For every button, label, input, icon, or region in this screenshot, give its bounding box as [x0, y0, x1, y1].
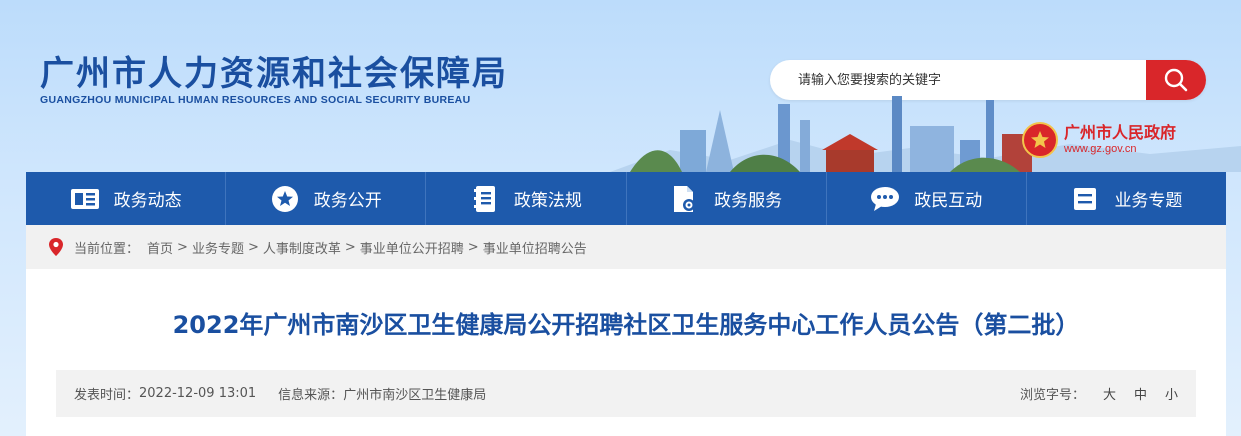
breadcrumb-separator: > — [247, 239, 259, 255]
document-gear-icon — [670, 184, 700, 214]
site-header: 广州市人力资源和社会保障局 GUANGZHOU MUNICIPAL HUMAN … — [0, 0, 1241, 172]
breadcrumb-public-recruitment[interactable]: 事业单位公开招聘 — [360, 238, 464, 257]
nav-item-label: 政务公开 — [313, 191, 382, 211]
site-logo-title[interactable]: 广州市人力资源和社会保障局 — [40, 46, 508, 95]
nav-item-news[interactable]: 政务动态 — [26, 172, 227, 225]
breadcrumb-topics[interactable]: 业务专题 — [192, 238, 244, 257]
font-size-medium-button[interactable]: 中 — [1134, 384, 1147, 403]
site-logo-subtitle: GUANGZHOU MUNICIPAL HUMAN RESOURCES AND … — [40, 94, 471, 106]
book-icon — [470, 184, 500, 214]
gz-government-url: www.gz.gov.cn — [1064, 143, 1137, 155]
source-label: 信息来源： — [278, 388, 344, 403]
list-icon — [1070, 184, 1100, 214]
nav-item-topics[interactable]: 业务专题 — [1027, 172, 1226, 225]
nav-item-label: 政务动态 — [113, 191, 182, 211]
location-pin-icon — [48, 237, 64, 257]
nav-item-label: 政务服务 — [714, 191, 783, 211]
nav-item-label: 政民互动 — [914, 191, 983, 211]
breadcrumb-separator: > — [344, 239, 356, 255]
nav-item-label: 业务专题 — [1114, 191, 1183, 211]
nav-item-services[interactable]: 政务服务 — [627, 172, 827, 225]
font-size-label: 浏览字号： — [1019, 388, 1085, 403]
publish-time-label: 发表时间： — [74, 388, 140, 403]
article-title: 2022年广州市南沙区卫生健康局公开招聘社区卫生服务中心工作人员公告（第二批） — [172, 311, 1080, 339]
breadcrumb: 当前位置： 首页 > 业务专题 > 人事制度改革 > 事业单位公开招聘 > 事业… — [26, 225, 1226, 269]
article-meta-bar: 发表时间： 2022-12-09 13:01 信息来源： 广州市南沙区卫生健康局… — [56, 370, 1196, 417]
nav-item-disclosure[interactable]: 政务公开 — [226, 172, 427, 225]
nav-item-policy[interactable]: 政策法规 — [426, 172, 627, 225]
national-emblem-icon — [1022, 122, 1058, 158]
source-value: 广州市南沙区卫生健康局 — [343, 388, 487, 403]
star-icon — [270, 184, 300, 214]
breadcrumb-home[interactable]: 首页 — [147, 238, 173, 257]
breadcrumb-recruitment-notices[interactable]: 事业单位招聘公告 — [483, 238, 587, 257]
nav-item-label: 政策法规 — [513, 191, 582, 211]
font-size-small-button[interactable]: 小 — [1165, 384, 1178, 403]
breadcrumb-separator: > — [467, 239, 479, 255]
breadcrumb-separator: > — [177, 239, 188, 255]
chat-icon — [870, 184, 900, 214]
article-container: 2022年广州市南沙区卫生健康局公开招聘社区卫生服务中心工作人员公告（第二批） … — [26, 269, 1226, 436]
news-icon — [70, 184, 100, 214]
font-size-large-button[interactable]: 大 — [1103, 384, 1116, 403]
nav-item-interaction[interactable]: 政民互动 — [827, 172, 1027, 225]
gz-government-name: 广州市人民政府 — [1064, 123, 1177, 142]
main-nav: 政务动态 政务公开 政策法规 政务服务 政民互动 业务专题 — [26, 172, 1226, 225]
breadcrumb-personnel-reform[interactable]: 人事制度改革 — [263, 238, 341, 257]
publish-time: 2022-12-09 13:01 — [139, 386, 257, 401]
font-size-controls: 浏览字号： 大 中 小 — [1020, 384, 1178, 403]
breadcrumb-prefix: 当前位置： — [74, 241, 140, 257]
gz-government-link[interactable]: 广州市人民政府 www.gz.gov.cn — [1022, 122, 1176, 158]
